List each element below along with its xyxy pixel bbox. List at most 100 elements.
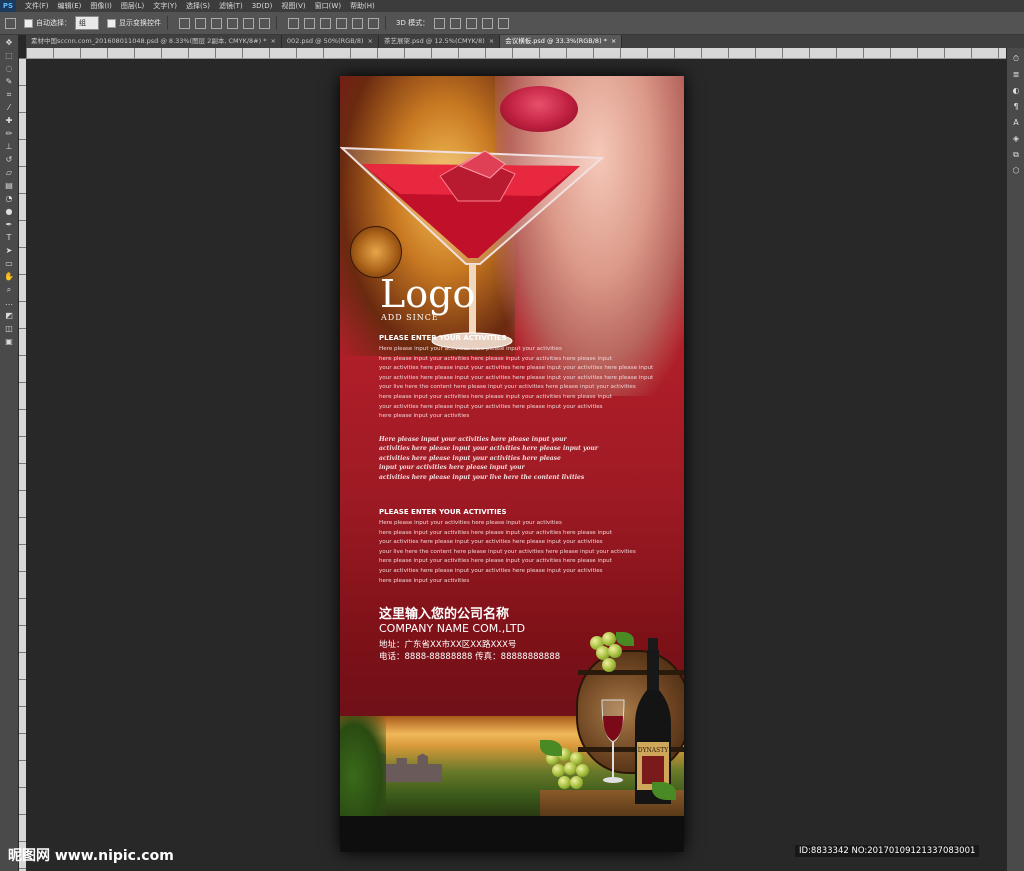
marquee-tool-icon[interactable]: ⬚ xyxy=(4,51,14,61)
align-bottom-icon[interactable] xyxy=(211,17,222,29)
menu-window[interactable]: 窗口(W) xyxy=(315,1,341,11)
properties-panel-icon[interactable]: ≣ xyxy=(1011,70,1021,80)
document-tabs: 素材中国sccnn.com_201608011048.psd @ 8.33%(图… xyxy=(26,35,1024,48)
distribute-center-icon[interactable] xyxy=(352,17,363,29)
auto-select-checkbox[interactable] xyxy=(24,18,33,28)
menu-help[interactable]: 帮助(H) xyxy=(350,1,375,11)
body-line: Here please input your activities here p… xyxy=(379,520,562,526)
menu-select[interactable]: 选择(S) xyxy=(186,1,210,11)
close-icon[interactable]: × xyxy=(270,35,275,48)
body-line: your activities here please input your a… xyxy=(379,567,603,574)
type-tool-icon[interactable]: T xyxy=(4,233,14,243)
screen-mode-icon[interactable]: ▣ xyxy=(4,337,14,347)
auto-select-dropdown[interactable]: 组 xyxy=(75,16,99,30)
menu-3d[interactable]: 3D(D) xyxy=(252,2,273,10)
align-center-icon[interactable] xyxy=(243,17,254,29)
layers-panel-icon[interactable]: ◈ xyxy=(1011,134,1021,144)
lasso-tool-icon[interactable]: ◌ xyxy=(4,64,14,74)
section-2-title: PLEASE ENTER YOUR ACTIVITIES xyxy=(379,508,507,516)
color-swatch-icon[interactable]: ◩ xyxy=(4,311,14,321)
paragraph-panel-icon[interactable]: ¶ xyxy=(1011,102,1021,112)
channels-panel-icon[interactable]: ⧉ xyxy=(1011,150,1021,160)
body-line: here please input your activities here p… xyxy=(379,355,612,362)
section-1-title: PLEASE ENTER YOUR ACTIVITIES xyxy=(379,334,507,342)
tab-document-2[interactable]: 002.psd @ 50%(RGB/8) × xyxy=(282,35,379,48)
tab-document-4[interactable]: 会议横板.psd @ 33.3%(RGB/8) * × xyxy=(500,35,623,48)
gradient-tool-icon[interactable]: ▤ xyxy=(4,181,14,191)
character-panel-icon[interactable]: A xyxy=(1011,118,1021,128)
menu-filter[interactable]: 滤镜(T) xyxy=(219,1,243,11)
healing-brush-tool-icon[interactable]: ✚ xyxy=(4,116,14,126)
hand-tool-icon[interactable]: ✋ xyxy=(4,272,14,282)
3d-rotate-icon[interactable] xyxy=(434,17,446,29)
distribute-right-icon[interactable] xyxy=(368,17,379,29)
leaf-icon xyxy=(616,632,634,646)
menu-bar: PS 文件(F) 编辑(E) 图像(I) 图层(L) 文字(Y) 选择(S) 滤… xyxy=(0,0,1024,12)
vertical-ruler[interactable] xyxy=(19,58,26,871)
3d-roll-icon[interactable] xyxy=(450,17,462,29)
shape-tool-icon[interactable]: ▭ xyxy=(4,259,14,269)
distribute-top-icon[interactable] xyxy=(288,17,299,29)
quick-select-tool-icon[interactable]: ✎ xyxy=(4,77,14,87)
blur-tool-icon[interactable]: ◔ xyxy=(4,194,14,204)
body-line: here please input your activities xyxy=(379,577,470,584)
pen-tool-icon[interactable]: ✒ xyxy=(4,220,14,230)
document-canvas[interactable]: Logo ADD SINCE PLEASE ENTER YOUR ACTIVIT… xyxy=(340,76,684,852)
watermark-logo: 昵图网 www.nipic.com xyxy=(8,848,174,864)
history-panel-icon[interactable]: ⏱ xyxy=(1011,54,1021,64)
body-line: your live here the content here please i… xyxy=(379,384,636,391)
body-line: your activities here please input your a… xyxy=(379,374,654,381)
brush-tool-icon[interactable]: ✏ xyxy=(4,129,14,139)
grape-icon xyxy=(608,644,622,658)
tab-document-1[interactable]: 素材中国sccnn.com_201608011048.psd @ 8.33%(图… xyxy=(26,35,282,48)
menu-type[interactable]: 文字(Y) xyxy=(153,1,177,11)
3d-panel-icon[interactable]: ⬡ xyxy=(1011,166,1021,176)
script-line: activities here please input your activi… xyxy=(379,445,599,453)
align-right-icon[interactable] xyxy=(259,17,270,29)
menu-image[interactable]: 图像(I) xyxy=(90,1,112,11)
3d-slide-icon[interactable] xyxy=(482,17,494,29)
history-brush-tool-icon[interactable]: ↺ xyxy=(4,155,14,165)
close-icon[interactable]: × xyxy=(611,35,616,48)
tab-document-3[interactable]: 茶艺展架.psd @ 12.5%(CMYK/8) × xyxy=(379,35,501,48)
adjustments-panel-icon[interactable]: ◐ xyxy=(1011,86,1021,96)
vine-leaves-image xyxy=(340,716,386,816)
zoom-tool-icon[interactable]: ⌕ xyxy=(4,285,14,295)
quick-mask-icon[interactable]: ◫ xyxy=(4,324,14,334)
close-icon[interactable]: × xyxy=(489,35,494,48)
menu-layer[interactable]: 图层(L) xyxy=(121,1,144,11)
align-middle-icon[interactable] xyxy=(195,17,206,29)
menu-file[interactable]: 文件(F) xyxy=(25,1,49,11)
company-name-en: COMPANY NAME COM.,LTD xyxy=(379,622,526,635)
distribute-left-icon[interactable] xyxy=(336,17,347,29)
more-tools-icon[interactable]: … xyxy=(4,298,14,308)
body-line: your activities here please input your a… xyxy=(379,539,603,546)
move-tool-icon[interactable] xyxy=(5,17,16,29)
crop-tool-icon[interactable]: ⌗ xyxy=(4,90,14,100)
menu-edit[interactable]: 编辑(E) xyxy=(58,1,82,11)
show-transform-label: 显示变换控件 xyxy=(119,19,161,27)
align-left-icon[interactable] xyxy=(227,17,238,29)
distribute-bottom-icon[interactable] xyxy=(320,17,331,29)
body-line: here please input your activities here p… xyxy=(379,558,612,565)
grape-icon xyxy=(602,658,616,672)
horizontal-ruler[interactable] xyxy=(26,48,1006,59)
dodge-tool-icon[interactable]: ● xyxy=(4,207,14,217)
3d-scale-icon[interactable] xyxy=(498,17,510,29)
distribute-middle-icon[interactable] xyxy=(304,17,315,29)
eyedropper-tool-icon[interactable]: ⁄ xyxy=(4,103,14,113)
body-line: your live here the content here please i… xyxy=(379,548,636,555)
move-tool-icon[interactable]: ✥ xyxy=(4,38,14,48)
eraser-tool-icon[interactable]: ▱ xyxy=(4,168,14,178)
script-line: Here please input your activities here p… xyxy=(379,436,567,443)
close-icon[interactable]: × xyxy=(368,35,373,48)
show-transform-checkbox[interactable] xyxy=(107,18,116,28)
right-panel-dock: ⏱ ≣ ◐ ¶ A ◈ ⧉ ⬡ xyxy=(1006,48,1024,871)
path-select-tool-icon[interactable]: ➤ xyxy=(4,246,14,256)
stamp-tool-icon[interactable]: ⊥ xyxy=(4,142,14,152)
grape-icon xyxy=(576,764,589,777)
menu-view[interactable]: 视图(V) xyxy=(281,1,305,11)
company-phone: 电话：8888-88888888 传真：88888888888 xyxy=(379,652,561,662)
3d-drag-icon[interactable] xyxy=(466,17,478,29)
align-top-icon[interactable] xyxy=(179,17,190,29)
